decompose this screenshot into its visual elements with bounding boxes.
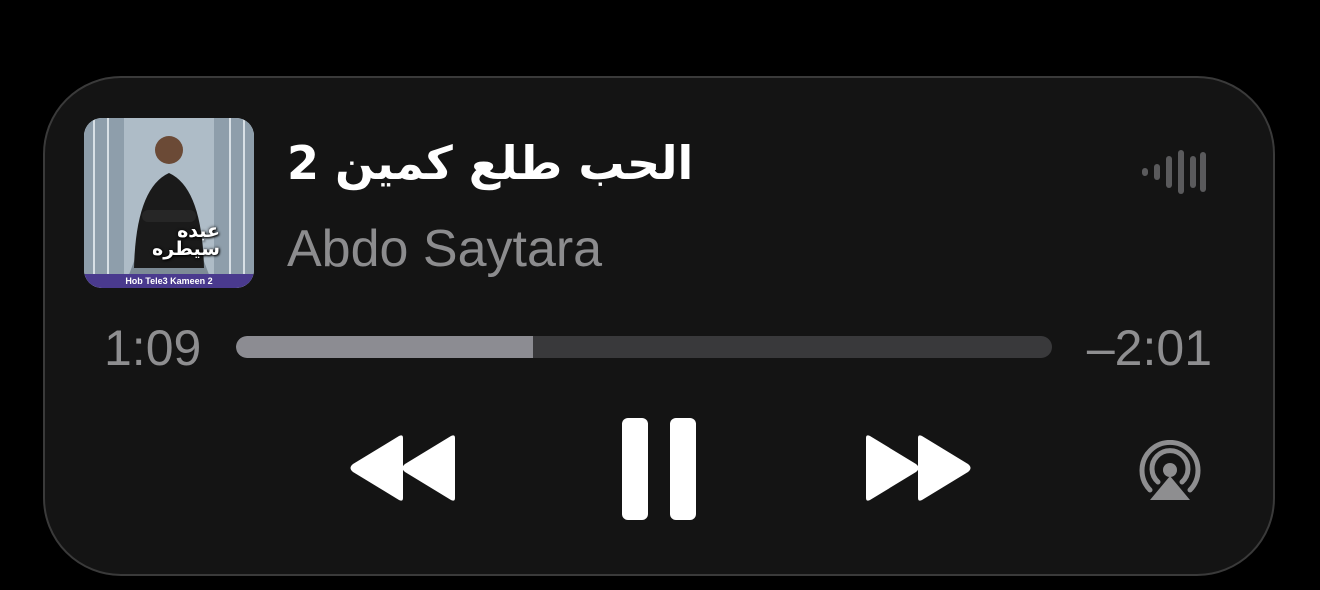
backward-icon xyxy=(350,435,455,501)
forward-button[interactable] xyxy=(862,434,974,502)
artwork-artist-name: عبده سيطره xyxy=(152,220,220,260)
airplay-icon xyxy=(1139,440,1201,500)
pause-button[interactable] xyxy=(620,418,700,520)
forward-icon xyxy=(866,435,971,501)
rewind-button[interactable] xyxy=(347,434,459,502)
artwork-caption: Hob Tele3 Kameen 2 xyxy=(84,274,254,288)
elapsed-time: 1:09 xyxy=(104,320,202,376)
airplay-button[interactable] xyxy=(1136,440,1204,502)
waveform-icon xyxy=(1140,150,1206,194)
pause-icon xyxy=(622,418,696,520)
progress-fill xyxy=(236,336,534,358)
progress-slider[interactable] xyxy=(236,336,1052,358)
remaining-time: –2:01 xyxy=(1086,320,1212,376)
album-artwork[interactable]: عبده سيطره Hob Tele3 Kameen 2 xyxy=(84,118,254,288)
track-artist[interactable]: Abdo Saytara xyxy=(287,218,602,280)
track-title: الحب طلع كمين 2 xyxy=(287,136,694,190)
artwork-image xyxy=(84,118,254,288)
